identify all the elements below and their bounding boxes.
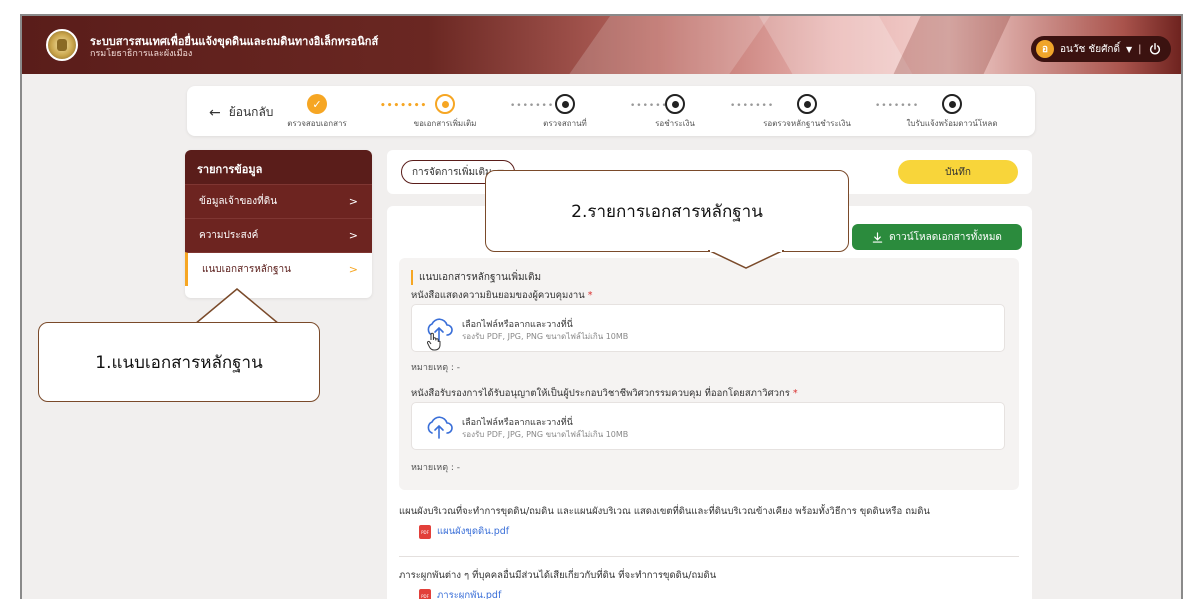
step-label: ตรวจสถานที่ xyxy=(543,119,587,128)
document-label: ภาระผูกพันต่าง ๆ ที่บุคคลอื่นมีส่วนได้เส… xyxy=(399,570,717,581)
dropzone-hint: รองรับ PDF, JPG, PNG ขนาดไฟล์ไม่เกิน 10M… xyxy=(462,430,629,439)
save-button[interactable]: บันทึก xyxy=(898,160,1018,184)
step-label: รอชำระเงิน xyxy=(655,119,695,128)
required-marker: * xyxy=(587,290,593,301)
step-5: รอตรวจหลักฐานชำระเงิน xyxy=(752,94,862,130)
step-pending-icon xyxy=(942,94,962,114)
sidebar-item-label: ความประสงค์ xyxy=(199,230,259,241)
step-current-icon xyxy=(435,94,455,114)
field-label: หนังสือแสดงความยินยอมของผู้ควบคุมงาน * xyxy=(411,290,593,301)
separator: | xyxy=(1138,43,1142,55)
download-all-button[interactable]: ดาวน์โหลดเอกสารทั้งหมด xyxy=(852,224,1022,250)
pdf-icon xyxy=(419,588,431,599)
document-label: แผนผังบริเวณที่จะทำการขุดดิน/ถมดิน และแผ… xyxy=(399,506,930,517)
sidebar-item-label: ข้อมูลเจ้าของที่ดิน xyxy=(199,196,278,207)
callout-tail xyxy=(708,250,784,269)
section-title: แนบเอกสารหลักฐานเพิ่มเติม xyxy=(411,270,541,285)
avatar: อ xyxy=(1036,40,1054,58)
step-6: ใบรับแจ้งพร้อมดาวน์โหลด xyxy=(897,94,1007,130)
step-pending-icon xyxy=(665,94,685,114)
chevron-down-icon[interactable]: ▼ xyxy=(1126,45,1132,54)
step-label: รอตรวจหลักฐานชำระเงิน xyxy=(763,119,851,128)
sidebar-item-owner[interactable]: ข้อมูลเจ้าของที่ดิน > xyxy=(185,184,372,218)
field-label: หนังสือรับรองการได้รับอนุญาตให้เป็นผู้ปร… xyxy=(411,388,798,399)
step-pending-icon xyxy=(555,94,575,114)
annotation-callout-1: 1.แนบเอกสารหลักฐาน xyxy=(38,322,320,402)
file-link[interactable]: ภาระผูกพัน.pdf xyxy=(419,588,501,599)
cloud-upload-icon xyxy=(427,416,453,439)
dropzone-text: เลือกไฟล์หรือลากและวางที่นี่ xyxy=(462,320,573,330)
step-label: ใบรับแจ้งพร้อมดาวน์โหลด xyxy=(906,119,998,128)
extra-documents-panel: แนบเอกสารหลักฐานเพิ่มเติม หนังสือแสดงควา… xyxy=(399,258,1019,490)
dropzone-text: เลือกไฟล์หรือลากและวางที่นี่ xyxy=(462,418,573,428)
note-text: หมายเหตุ : - xyxy=(411,363,461,373)
chevron-right-icon: > xyxy=(348,263,358,276)
user-name: อนวัช ชัยศักดิ์ xyxy=(1060,43,1120,55)
sidebar-item-intent[interactable]: ความประสงค์ > xyxy=(185,218,372,252)
department-name: กรมโยธาธิการและผังเมือง xyxy=(90,49,193,59)
user-menu[interactable]: อ อนวัช ชัยศักดิ์ ▼ | xyxy=(1031,36,1171,62)
file-dropzone[interactable]: เลือกไฟล์หรือลากและวางที่นี่ รองรับ PDF,… xyxy=(411,402,1005,450)
step-pending-icon xyxy=(797,94,817,114)
sidebar-item-attachments[interactable]: แนบเอกสารหลักฐาน > xyxy=(185,252,372,286)
note-text: หมายเหตุ : - xyxy=(411,463,461,473)
download-all-label: ดาวน์โหลดเอกสารทั้งหมด xyxy=(889,231,1002,243)
step-label: ตรวจสอบเอกสาร xyxy=(287,119,347,128)
step-3: ตรวจสถานที่ xyxy=(510,94,620,130)
sidebar-title: รายการข้อมูล xyxy=(185,150,372,184)
required-marker: * xyxy=(792,388,798,399)
hand-cursor-icon xyxy=(426,332,441,351)
dropzone-hint: รองรับ PDF, JPG, PNG ขนาดไฟล์ไม่เกิน 10M… xyxy=(462,332,629,341)
step-4: รอชำระเงิน xyxy=(620,94,730,130)
sidebar-item-label: แนบเอกสารหลักฐาน xyxy=(202,264,291,275)
progress-stepper: ← ย้อนกลับ ✓ ตรวจสอบเอกสาร ••••••• ขอเอก… xyxy=(187,86,1035,136)
arrow-left-icon: ← xyxy=(209,104,221,121)
sidebar: รายการข้อมูล ข้อมูลเจ้าของที่ดิน > ความป… xyxy=(185,150,372,298)
step-label: ขอเอกสารเพิ่มเติม xyxy=(413,119,477,128)
file-name: ภาระผูกพัน.pdf xyxy=(437,590,502,599)
file-name: แผนผังขุดดิน.pdf xyxy=(437,526,510,537)
app-header: ระบบสารสนเทศเพื่อยื่นแจ้งขุดดินและถมดินท… xyxy=(22,16,1181,74)
step-1: ✓ ตรวจสอบเอกสาร xyxy=(262,94,372,130)
divider xyxy=(399,556,1019,557)
step-2: ขอเอกสารเพิ่มเติม xyxy=(390,94,500,130)
department-logo xyxy=(46,29,78,61)
chevron-right-icon: > xyxy=(348,229,358,242)
annotation-callout-2: 2.รายการเอกสารหลักฐาน xyxy=(485,170,849,252)
pdf-icon xyxy=(419,524,431,539)
callout-tail xyxy=(195,288,279,325)
download-icon xyxy=(872,231,883,243)
file-link[interactable]: แผนผังขุดดิน.pdf xyxy=(419,524,509,539)
file-dropzone[interactable]: เลือกไฟล์หรือลากและวางที่นี่ รองรับ PDF,… xyxy=(411,304,1005,352)
power-icon[interactable] xyxy=(1148,42,1162,56)
check-icon: ✓ xyxy=(307,94,327,114)
chevron-right-icon: > xyxy=(348,195,358,208)
more-actions-label: การจัดการเพิ่มเติม xyxy=(412,166,492,178)
